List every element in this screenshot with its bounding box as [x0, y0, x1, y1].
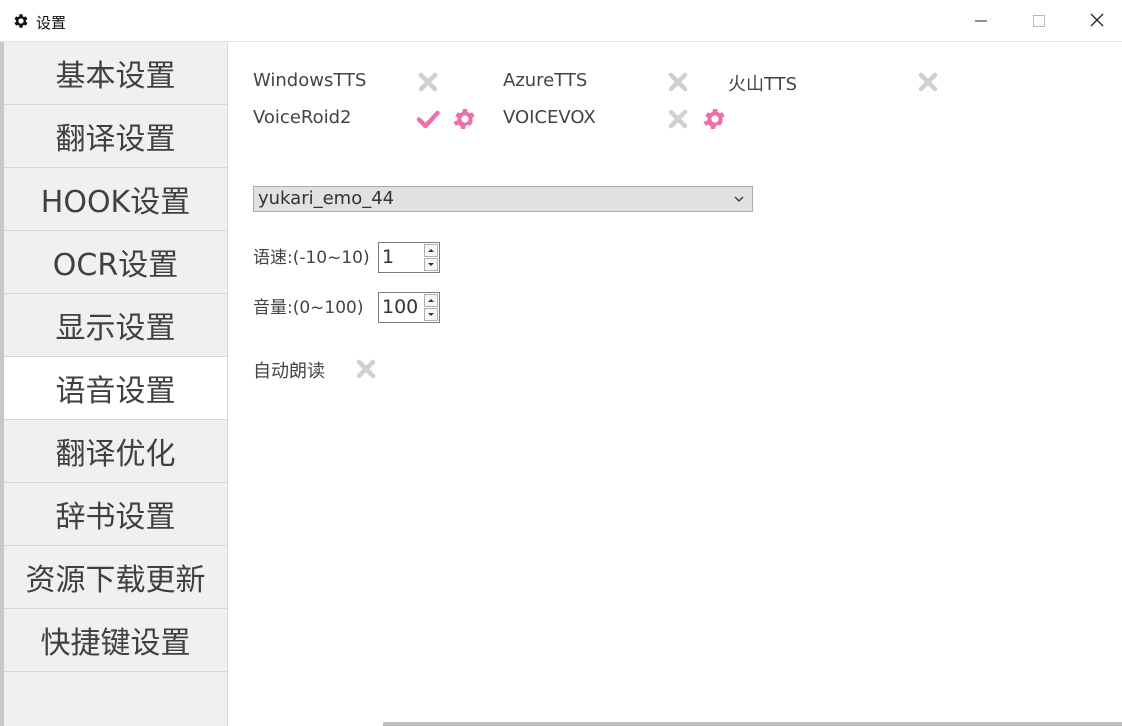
engine-label-voiceroid2: VoiceRoid2 [253, 107, 352, 128]
settings-sidebar: 基本设置 翻译设置 HOOK设置 OCR设置 显示设置 语音设置 翻译优化 辞书… [0, 42, 228, 726]
speed-spinbox[interactable]: 1 [378, 242, 440, 273]
voiceroid2-toggle[interactable] [416, 107, 440, 131]
engine-label-voicevox: VOICEVOX [503, 107, 596, 128]
sidebar-item-label: 快捷键设置 [40, 626, 191, 661]
sidebar-item-label: OCR设置 [52, 248, 179, 283]
volume-decrement-button[interactable] [424, 308, 438, 321]
voiceroid2-settings-button[interactable] [453, 107, 477, 131]
cross-icon [416, 70, 440, 94]
sidebar-item-label: 显示设置 [55, 311, 176, 346]
volume-increment-button[interactable] [424, 294, 438, 307]
horizontal-scrollbar[interactable] [383, 722, 1122, 726]
cross-icon [354, 357, 378, 381]
sidebar-item-label: 翻译设置 [55, 122, 176, 157]
sidebar-item-label: HOOK设置 [40, 185, 191, 220]
sidebar-item-ocr[interactable]: OCR设置 [4, 231, 227, 294]
close-button[interactable] [1068, 0, 1122, 42]
window-title: 设置 [36, 14, 67, 32]
cross-icon [916, 70, 940, 94]
minimize-icon [975, 12, 987, 31]
sidebar-item-basic[interactable]: 基本设置 [4, 42, 227, 105]
sidebar-item-label: 语音设置 [55, 374, 176, 409]
sidebar-item-dictionary[interactable]: 辞书设置 [4, 483, 227, 546]
sidebar-item-translation[interactable]: 翻译设置 [4, 105, 227, 168]
engine-label-azuretts: AzureTTS [503, 70, 588, 91]
cross-icon [666, 70, 690, 94]
volume-value: 100 [382, 296, 419, 318]
volume-spinbox[interactable]: 100 [378, 292, 440, 323]
voicevox-settings-button[interactable] [703, 107, 727, 131]
azuretts-toggle[interactable] [666, 70, 690, 94]
voice-select-value: yukari_emo_44 [258, 188, 395, 209]
speed-decrement-button[interactable] [424, 258, 438, 271]
title-bar: 设置 [0, 0, 1122, 42]
auto-read-label: 自动朗读 [253, 361, 325, 382]
maximize-button[interactable] [1010, 0, 1068, 42]
sidebar-item-label: 资源下载更新 [25, 563, 206, 598]
voice-settings-panel: WindowsTTS AzureTTS 火山TTS VoiceRoid2 VOI… [228, 42, 1122, 726]
windowstts-toggle[interactable] [416, 70, 440, 94]
voicevox-toggle[interactable] [666, 107, 690, 131]
gear-icon [703, 107, 727, 131]
sidebar-item-hotkeys[interactable]: 快捷键设置 [4, 609, 227, 672]
sidebar-item-translation-optimize[interactable]: 翻译优化 [4, 420, 227, 483]
speed-label: 语速:(-10~10) [253, 248, 370, 268]
gear-icon [12, 12, 30, 30]
chevron-down-icon [732, 190, 746, 208]
check-icon [416, 107, 440, 131]
engine-label-windowstts: WindowsTTS [253, 70, 367, 91]
sidebar-item-label: 辞书设置 [55, 500, 176, 535]
sidebar-item-hook[interactable]: HOOK设置 [4, 168, 227, 231]
speed-value: 1 [382, 246, 395, 268]
sidebar-item-voice[interactable]: 语音设置 [4, 357, 227, 420]
sidebar-item-resource-download[interactable]: 资源下载更新 [4, 546, 227, 609]
auto-read-toggle[interactable] [354, 357, 378, 381]
sidebar-item-label: 翻译优化 [55, 437, 176, 472]
maximize-icon [1033, 12, 1045, 31]
engine-label-huoshantts: 火山TTS [728, 74, 798, 95]
sidebar-item-display[interactable]: 显示设置 [4, 294, 227, 357]
volume-label: 音量:(0~100) [253, 298, 364, 318]
gear-icon [453, 107, 477, 131]
speed-increment-button[interactable] [424, 244, 438, 257]
minimize-button[interactable] [952, 0, 1010, 42]
cross-icon [666, 107, 690, 131]
sidebar-item-label: 基本设置 [55, 59, 176, 94]
close-icon [1090, 12, 1104, 31]
huoshantts-toggle[interactable] [916, 70, 940, 94]
voice-select[interactable]: yukari_emo_44 [253, 186, 753, 212]
